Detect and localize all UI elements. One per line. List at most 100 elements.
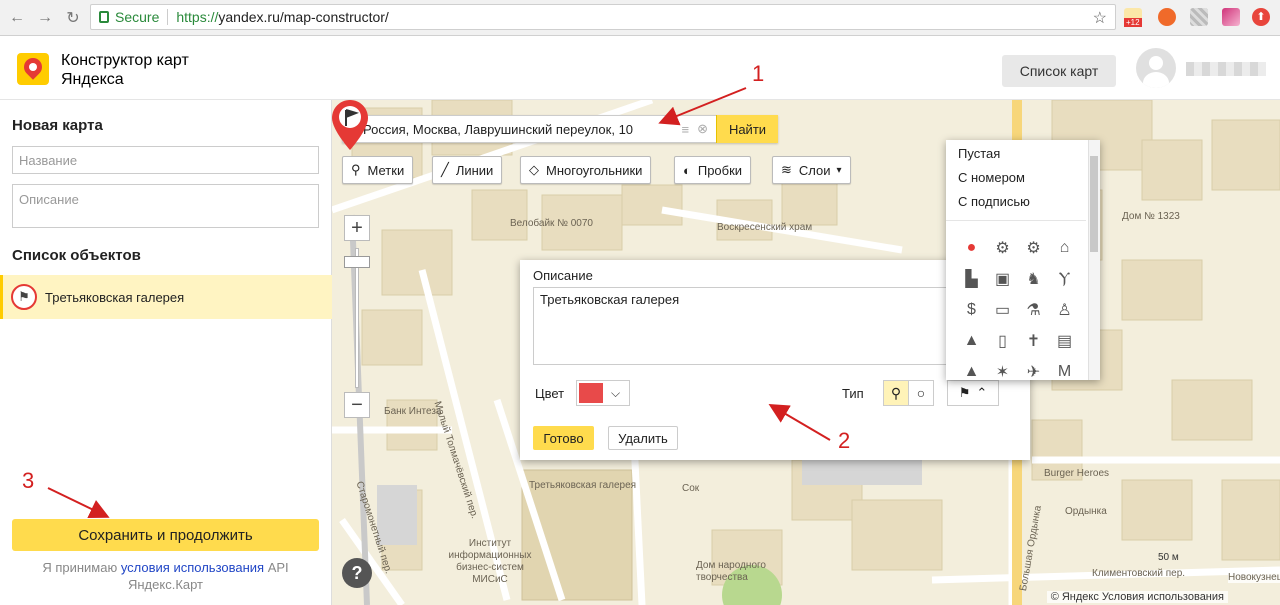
map-label: Сок — [682, 483, 700, 494]
briefcase-icon[interactable]: ▤ — [1049, 325, 1080, 356]
extension-icon[interactable] — [1190, 8, 1208, 26]
secure-label: Secure — [115, 9, 160, 25]
map-scale: 50 м — [1158, 552, 1179, 563]
zoom-out-button[interactable]: − — [344, 392, 370, 418]
dropdown-option[interactable]: С номером — [958, 170, 1025, 185]
dropdown-option[interactable]: Пустая — [958, 146, 1000, 161]
traffic-tool[interactable]: ◐ Пробки — [674, 156, 752, 184]
chevron-down-icon: ▾ — [836, 164, 842, 176]
sidebar: Новая карта Название Описание Список объ… — [0, 100, 332, 605]
scrollbar-thumb[interactable] — [1090, 156, 1098, 252]
done-button[interactable]: Готово — [533, 426, 594, 450]
dollar-icon[interactable]: $ — [956, 294, 987, 325]
address-bar[interactable]: Secure https://yandex.ru/map-constructor… — [90, 4, 1116, 30]
tool-label: Слои — [798, 162, 831, 178]
find-button[interactable]: Найти — [716, 115, 778, 143]
color-swatch — [579, 383, 603, 403]
mountain-icon[interactable]: ▲ — [956, 356, 987, 387]
tool-label: Метки — [367, 162, 405, 178]
polygons-tool[interactable]: ◇ Многоугольники — [520, 156, 652, 184]
zoom-in-button[interactable]: + — [344, 215, 370, 241]
fork-knife-icon[interactable]: ✝ — [1018, 325, 1049, 356]
pin-icon — [20, 54, 46, 80]
map-label: Институт информационных бизнес-систем МИ… — [448, 538, 532, 585]
delete-button[interactable]: Удалить — [608, 426, 678, 450]
yandex-maps-logo[interactable] — [17, 53, 49, 85]
placemarks-tool[interactable]: ⚲ Метки — [342, 156, 414, 184]
runner-icon[interactable]: ✶ — [987, 356, 1018, 387]
extension-icon[interactable] — [1158, 8, 1176, 26]
airplane-icon[interactable]: ✈ — [1018, 356, 1049, 387]
tool-label: Многоугольники — [546, 162, 643, 178]
car-icon[interactable]: ▭ — [987, 294, 1018, 325]
divider — [946, 220, 1086, 221]
map-label: Климентовский пер. — [1092, 568, 1186, 579]
terms-prefix: Я принимаю — [42, 560, 121, 575]
lines-tool[interactable]: ╱ Линии — [432, 156, 503, 184]
traffic-icon: ◐ — [683, 162, 691, 178]
dog-icon[interactable]: ♞ — [1018, 263, 1049, 294]
map-label: Новокузнецкая — [1228, 572, 1280, 583]
terms-text: Я принимаю условия использования API Янд… — [12, 559, 319, 593]
url-scheme: https:// — [176, 9, 219, 25]
back-icon[interactable]: ← — [6, 7, 28, 29]
dot-icon[interactable]: ● — [956, 232, 987, 263]
dropdown-option[interactable]: С подписью — [958, 194, 1030, 209]
circle-type-button[interactable]: ○ — [908, 380, 934, 406]
description-textarea[interactable]: Третьяковская галерея — [533, 287, 953, 365]
save-and-continue-button[interactable]: Сохранить и продолжить — [12, 519, 319, 551]
extension-icon[interactable]: ⬆ — [1252, 8, 1270, 26]
tool-label: Пробки — [697, 162, 743, 178]
annotation-number: 3 — [22, 468, 35, 493]
bus-icon[interactable]: ▣ — [987, 263, 1018, 294]
layers-tool[interactable]: ≋ Слои ▾ — [772, 156, 851, 184]
factory-icon[interactable]: ▙ — [956, 263, 987, 294]
zoom-slider-handle[interactable] — [344, 256, 370, 268]
brand-title[interactable]: Конструктор карт Яндекса — [61, 51, 189, 89]
flag-icon: ⚑ — [11, 284, 37, 310]
brand-line: Яндекса — [61, 71, 124, 88]
color-label: Цвет — [535, 386, 565, 401]
bicycle-rider-icon[interactable]: ⚙ — [1018, 232, 1049, 263]
map-description-field[interactable]: Описание — [12, 184, 319, 228]
zoom-slider-track[interactable] — [355, 248, 359, 388]
map-label: Третьяковская галерея — [529, 480, 637, 491]
microscope-icon[interactable]: ⚗ — [1018, 294, 1049, 325]
annotation-number: 1 — [752, 61, 765, 86]
fountain-icon[interactable]: Ⲩ — [1049, 263, 1080, 294]
clear-icon[interactable]: ⊗ — [697, 121, 708, 137]
pin-icon: ⚲ — [351, 162, 361, 177]
pin-type-button[interactable]: ⚲ — [883, 380, 909, 406]
home-icon[interactable]: ⌂ — [1049, 232, 1080, 263]
reload-icon[interactable]: ↻ — [62, 7, 84, 29]
map-canvas[interactable]: Велобайк № 0070 Воскресенский храм Банк … — [332, 100, 1280, 605]
list-item[interactable]: ⚑ Третьяковская галерея — [0, 275, 332, 319]
tool-label: Линии — [455, 162, 494, 178]
map-placemark[interactable] — [332, 100, 368, 150]
help-button[interactable]: ? — [342, 558, 372, 588]
object-label: Третьяковская галерея — [45, 289, 185, 305]
map-search-input[interactable]: ⚲ Россия, Москва, Лаврушинский переулок,… — [342, 115, 778, 143]
polygon-icon: ◇ — [529, 162, 539, 177]
line-icon: ╱ — [441, 162, 449, 177]
list-icon[interactable]: ≡ — [682, 122, 690, 137]
forward-icon[interactable]: → — [34, 7, 56, 29]
scrollbar[interactable] — [1088, 140, 1100, 380]
bicycle-icon[interactable]: ⚙ — [987, 232, 1018, 263]
color-picker[interactable]: ⌵ — [576, 380, 630, 406]
extension-icon[interactable] — [1222, 8, 1240, 26]
bookmark-star-icon[interactable]: ☆ — [1093, 8, 1107, 28]
book-icon[interactable]: ▯ — [987, 325, 1018, 356]
user-name-blurred[interactable] — [1186, 62, 1266, 76]
avatar[interactable] — [1136, 48, 1176, 88]
copyright[interactable]: © Яндекс Условия использования — [1046, 591, 1228, 603]
map-name-field[interactable]: Название — [12, 146, 319, 174]
family-icon[interactable]: ♙ — [1049, 294, 1080, 325]
metro-icon[interactable]: M — [1049, 356, 1080, 387]
graduation-cap-icon[interactable]: ▲ — [956, 325, 987, 356]
terms-link[interactable]: условия использования — [121, 560, 264, 575]
map-list-button[interactable]: Список карт — [1002, 55, 1116, 87]
weather-extension-icon[interactable]: +12 — [1124, 8, 1142, 27]
type-label: Тип — [842, 386, 864, 401]
brand-line: Конструктор карт — [61, 52, 189, 69]
